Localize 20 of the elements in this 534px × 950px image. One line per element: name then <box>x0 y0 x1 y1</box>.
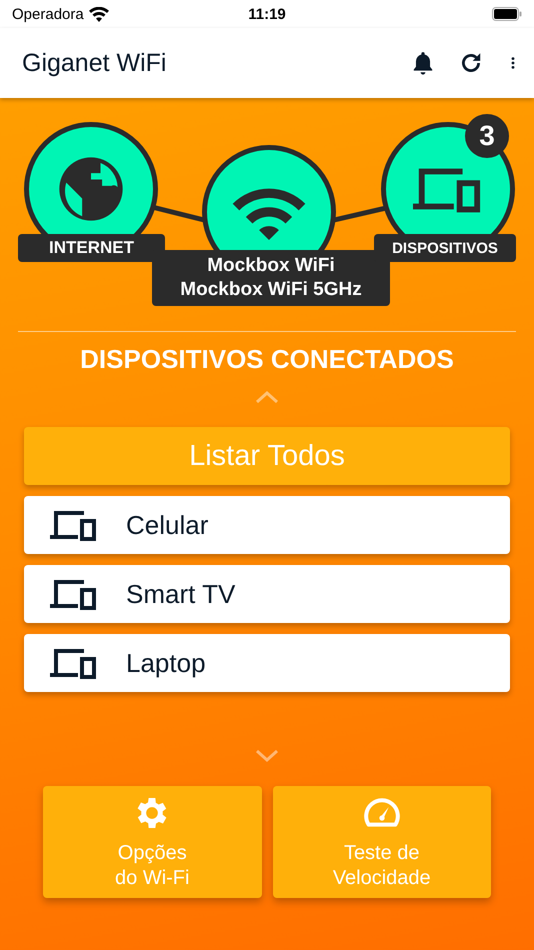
section-title: DISPOSITIVOS CONECTADOS <box>79 344 455 375</box>
network-name: Mockbox WiFi 5GHz <box>180 278 362 302</box>
clock-time: 11:19 <box>248 6 286 22</box>
device-row[interactable]: Celular <box>24 496 510 554</box>
device-name: Smart TV <box>126 578 236 610</box>
device-name: Celular <box>126 510 208 540</box>
devices-label: DISPOSITIVOS <box>374 234 516 262</box>
device-row[interactable]: Smart TV <box>24 565 510 623</box>
device-name: Laptop <box>126 648 206 678</box>
app-title: Giganet WiFi <box>22 48 168 78</box>
internet-label: INTERNET <box>18 234 165 262</box>
devices-icon <box>50 578 98 610</box>
wifi-signal-icon <box>88 6 109 22</box>
network-name: Mockbox WiFi <box>207 254 335 278</box>
device-row[interactable]: Laptop <box>24 634 510 692</box>
devices-icon <box>50 647 98 679</box>
device-count-badge: 3 <box>465 114 509 158</box>
battery-icon <box>492 7 522 21</box>
carrier-name: Operadora <box>12 6 84 22</box>
devices-icon <box>50 509 98 541</box>
